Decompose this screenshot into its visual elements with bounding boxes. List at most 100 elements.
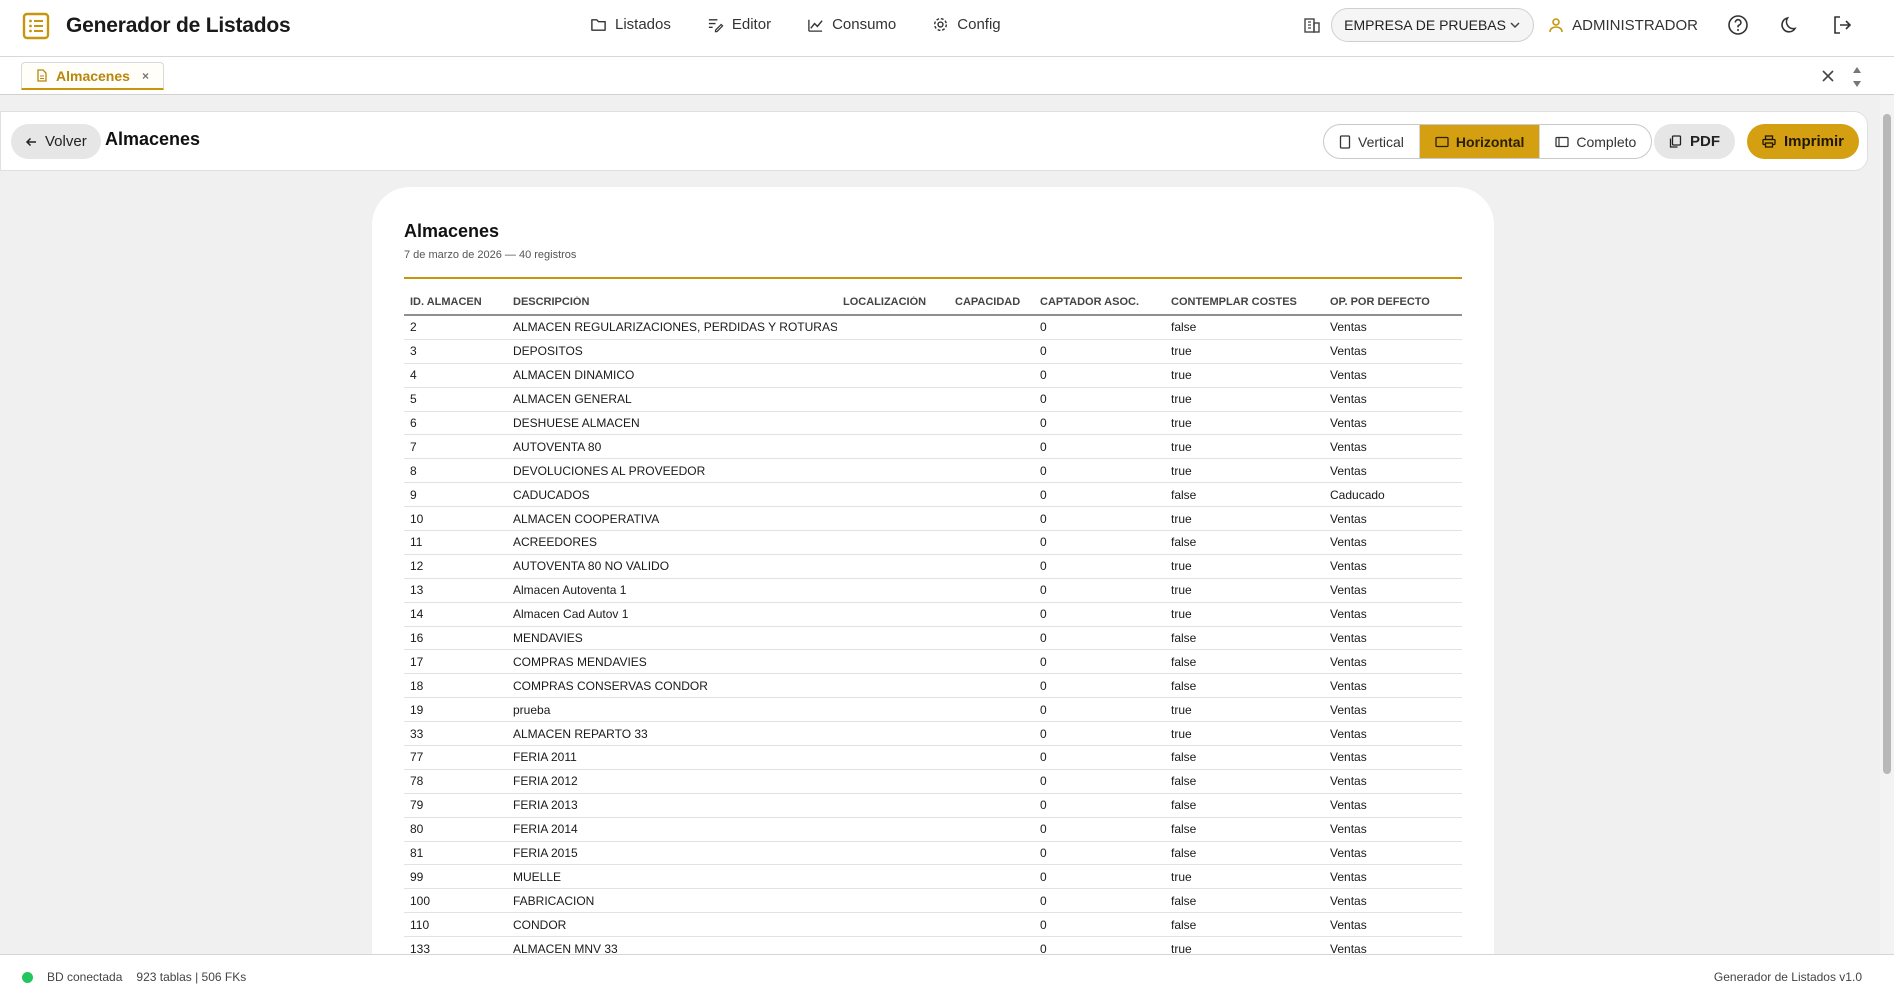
table-cell: 0 (1040, 846, 1047, 861)
table-cell: 6 (410, 416, 417, 430)
table-cell: Ventas (1330, 702, 1367, 717)
table-cell: true (1171, 344, 1192, 359)
table-cell: true (1171, 463, 1192, 478)
view-mode-toggle: Vertical Horizontal Completo (1323, 124, 1653, 159)
status-bar: BD conectada 923 tablas | 506 FKs Genera… (0, 954, 1894, 1005)
table-row: 11 ACREEDORES 0 false Ventas (404, 531, 1462, 555)
report-title: Almacenes (404, 221, 500, 241)
full-view-icon (1555, 136, 1570, 147)
table-cell: 10 (410, 511, 424, 526)
scrollbar-thumb[interactable] (1883, 114, 1891, 774)
tab-close-icon[interactable]: × (142, 69, 149, 83)
column-header: CAPACIDAD (955, 296, 1021, 308)
table-cell: CONDOR (513, 917, 567, 932)
table-row: 6 DESHUESE ALMACEN 0 true Ventas (404, 412, 1462, 436)
tab-label: Almacenes (56, 67, 130, 84)
table-row: 18 COMPRAS CONSERVAS CONDOR 0 false Ventas (404, 674, 1462, 699)
table-cell: 7 (410, 439, 417, 454)
portrait-page-icon (1339, 134, 1351, 149)
table-cell: true (1171, 869, 1192, 884)
table-row: 100 FABRICACION 0 false Ventas (404, 889, 1462, 914)
user-name: ADMINISTRADOR (1572, 16, 1698, 34)
back-button[interactable]: Volver (11, 124, 101, 159)
column-header: CONTEMPLAR COSTES (1171, 296, 1297, 308)
document-icon (37, 69, 47, 82)
table-cell: ALMACEN REPARTO 33 (513, 726, 648, 741)
report-divider (404, 277, 1462, 279)
table-cell: 77 (410, 750, 424, 765)
table-cell: prueba (513, 702, 551, 717)
table-cell: 9 (410, 487, 417, 502)
nav-config-label: Config (957, 15, 1001, 33)
table-cell: Ventas (1330, 320, 1367, 335)
table-cell: ALMACEN GENERAL (513, 392, 632, 407)
table-row: 133 ALMACEN MNV 33 0 true Ventas (404, 937, 1462, 954)
table-cell: Ventas (1330, 344, 1367, 359)
app-version: Generador de Listados v1.0 (1713, 970, 1862, 984)
table-cell: Ventas (1330, 726, 1367, 741)
nav-editor[interactable]: Editor (707, 13, 771, 35)
table-cell: false (1171, 798, 1197, 813)
brand[interactable]: Generador de Listados (22, 12, 291, 40)
report-preview: Almacenes 7 de marzo de 2026 — 40 regist… (372, 187, 1494, 954)
table-cell: 17 (410, 654, 424, 669)
view-completo-button[interactable]: Completo (1539, 125, 1651, 158)
table-cell: Ventas (1330, 750, 1367, 765)
user-menu[interactable]: ADMINISTRADOR (1548, 17, 1698, 34)
table-cell: FERIA 2011 (513, 750, 577, 765)
nav-config[interactable]: Config (932, 13, 1001, 35)
logout-button[interactable] (1830, 13, 1854, 37)
table-cell: 0 (1040, 893, 1047, 908)
report-toolbar: Volver Almacenes Vertical Horizontal Com… (0, 111, 1868, 171)
table-row: 78 FERIA 2012 0 false Ventas (404, 770, 1462, 794)
table-cell: 4 (410, 368, 417, 383)
table-cell: 0 (1040, 320, 1047, 335)
top-bar: Generador de Listados Listados Editor Co… (0, 0, 1894, 57)
close-all-tabs-icon[interactable] (1818, 66, 1838, 86)
table-cell: Ventas (1330, 798, 1367, 813)
table-cell: 0 (1040, 344, 1047, 359)
view-vertical-button[interactable]: Vertical (1324, 125, 1419, 158)
report-table: ID. ALMACEN DESCRIPCIÓN LOCALIZACIÓN CAP… (404, 290, 1462, 954)
table-cell: AUTOVENTA 80 (513, 439, 602, 454)
nav-listados[interactable]: Listados (590, 13, 671, 35)
table-cell: 0 (1040, 392, 1047, 407)
table-cell: Ventas (1330, 774, 1367, 789)
table-cell: ALMACEN DINAMICO (513, 368, 635, 383)
chart-icon (808, 19, 823, 32)
building-icon (1304, 18, 1320, 33)
table-cell: Ventas (1330, 416, 1367, 430)
table-cell: 16 (410, 631, 424, 646)
pdf-button[interactable]: PDF (1654, 124, 1735, 159)
view-horizontal-button[interactable]: Horizontal (1418, 125, 1540, 158)
table-row: 9 CADUCADOS 0 false Caducado (404, 483, 1462, 508)
table-cell: 12 (410, 559, 424, 574)
tab-scroll-arrows-icon[interactable] (1850, 62, 1864, 92)
table-cell: DEVOLUCIONES AL PROVEEDOR (513, 463, 706, 478)
column-header: DESCRIPCIÓN (513, 296, 590, 308)
print-button[interactable]: Imprimir (1747, 124, 1859, 159)
table-cell: DEPOSITOS (513, 344, 583, 359)
table-row: 81 FERIA 2015 0 false Ventas (404, 842, 1462, 866)
table-cell: 0 (1040, 439, 1047, 454)
header-tools: EMPRESA DE PRUEBAS ADMINISTRADOR (1303, 8, 1854, 42)
table-row: 10 ALMACEN COOPERATIVA 0 true Ventas (404, 507, 1462, 532)
table-cell: Almacen Autoventa 1 (513, 583, 627, 598)
table-cell: false (1171, 631, 1197, 646)
table-cell: ALMACEN MNV 33 (513, 941, 618, 954)
table-cell: 0 (1040, 607, 1047, 622)
user-icon (1549, 18, 1563, 33)
table-cell: 0 (1040, 917, 1047, 932)
help-button[interactable] (1726, 13, 1750, 37)
table-cell: 18 (410, 678, 424, 693)
table-cell: AUTOVENTA 80 NO VALIDO (513, 559, 670, 574)
vertical-scrollbar[interactable] (1880, 96, 1894, 954)
tab-almacenes[interactable]: Almacenes × (21, 62, 164, 90)
table-cell: Almacen Cad Autov 1 (513, 607, 629, 622)
nav-listados-label: Listados (615, 15, 671, 33)
table-cell: 0 (1040, 750, 1047, 765)
theme-toggle-button[interactable] (1778, 13, 1802, 37)
nav-consumo[interactable]: Consumo (807, 13, 896, 35)
company-select[interactable]: EMPRESA DE PRUEBAS (1331, 8, 1535, 42)
table-cell: 0 (1040, 822, 1047, 837)
